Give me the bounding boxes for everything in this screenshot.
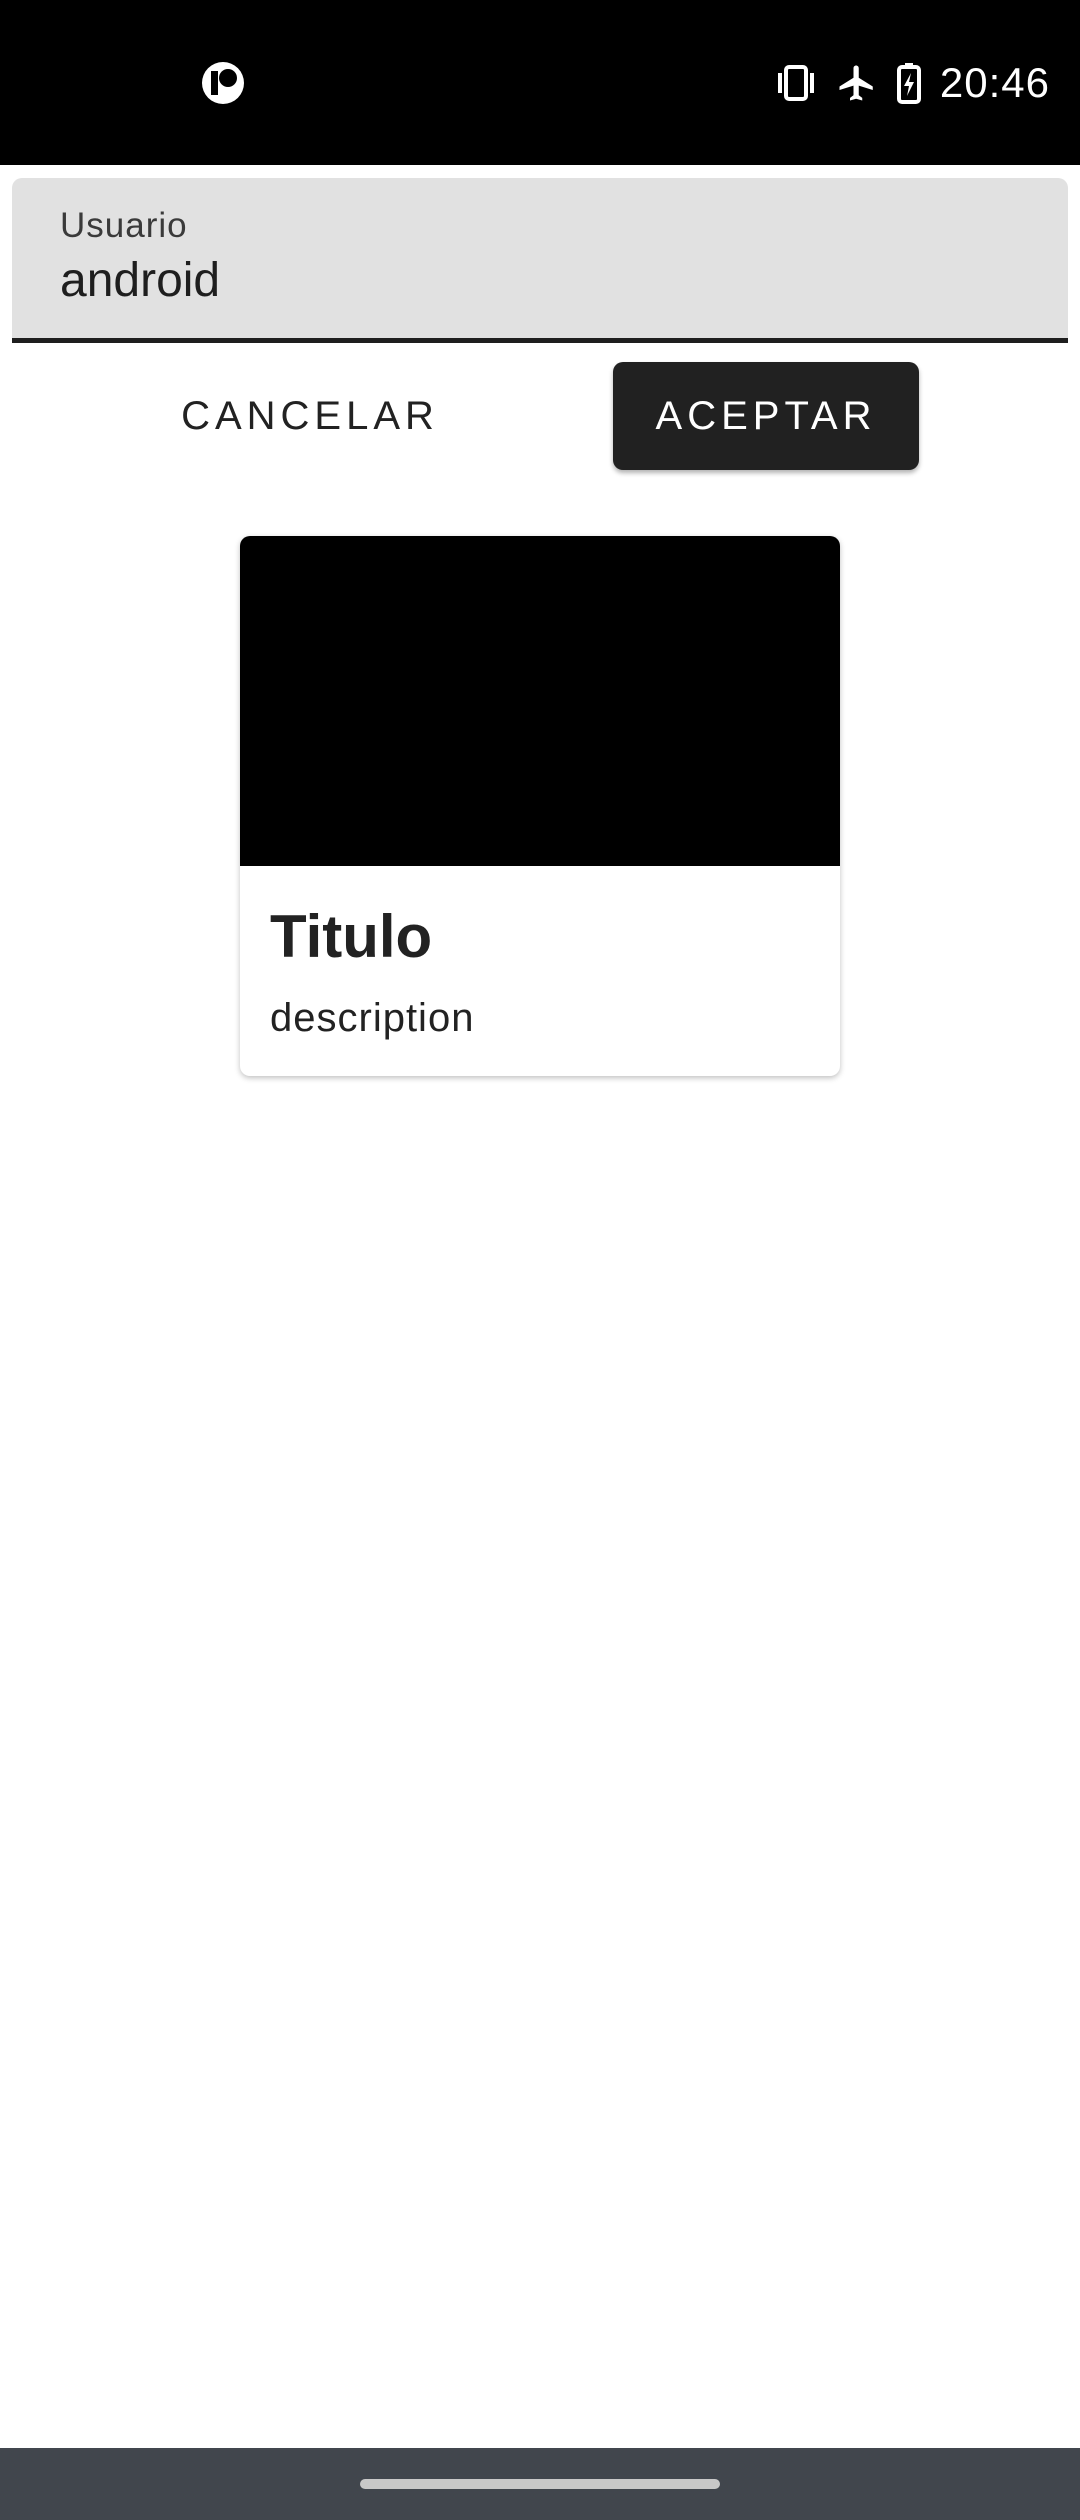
- status-bar: 20:46: [0, 0, 1080, 165]
- status-icons: 20:46: [774, 52, 1050, 114]
- status-time: 20:46: [939, 59, 1050, 106]
- airplane-mode-icon: [839, 65, 873, 101]
- notification-app-icon: [202, 62, 244, 104]
- accept-button[interactable]: ACEPTAR: [613, 362, 919, 470]
- card-title: Titulo: [270, 903, 433, 970]
- navigation-bar: [0, 2448, 1080, 2520]
- vibrate-icon: [777, 65, 814, 101]
- battery-charging-icon: [896, 63, 921, 104]
- usuario-field-value[interactable]: android: [60, 253, 220, 308]
- home-gesture-handle[interactable]: [360, 2479, 720, 2489]
- card-image: [240, 536, 840, 866]
- usuario-field-label: Usuario: [60, 206, 188, 245]
- content-card[interactable]: Titulo description: [240, 536, 840, 1076]
- cancel-button[interactable]: CANCELAR: [160, 362, 460, 470]
- card-description: description: [270, 996, 475, 1040]
- usuario-field[interactable]: Usuario android: [12, 178, 1068, 343]
